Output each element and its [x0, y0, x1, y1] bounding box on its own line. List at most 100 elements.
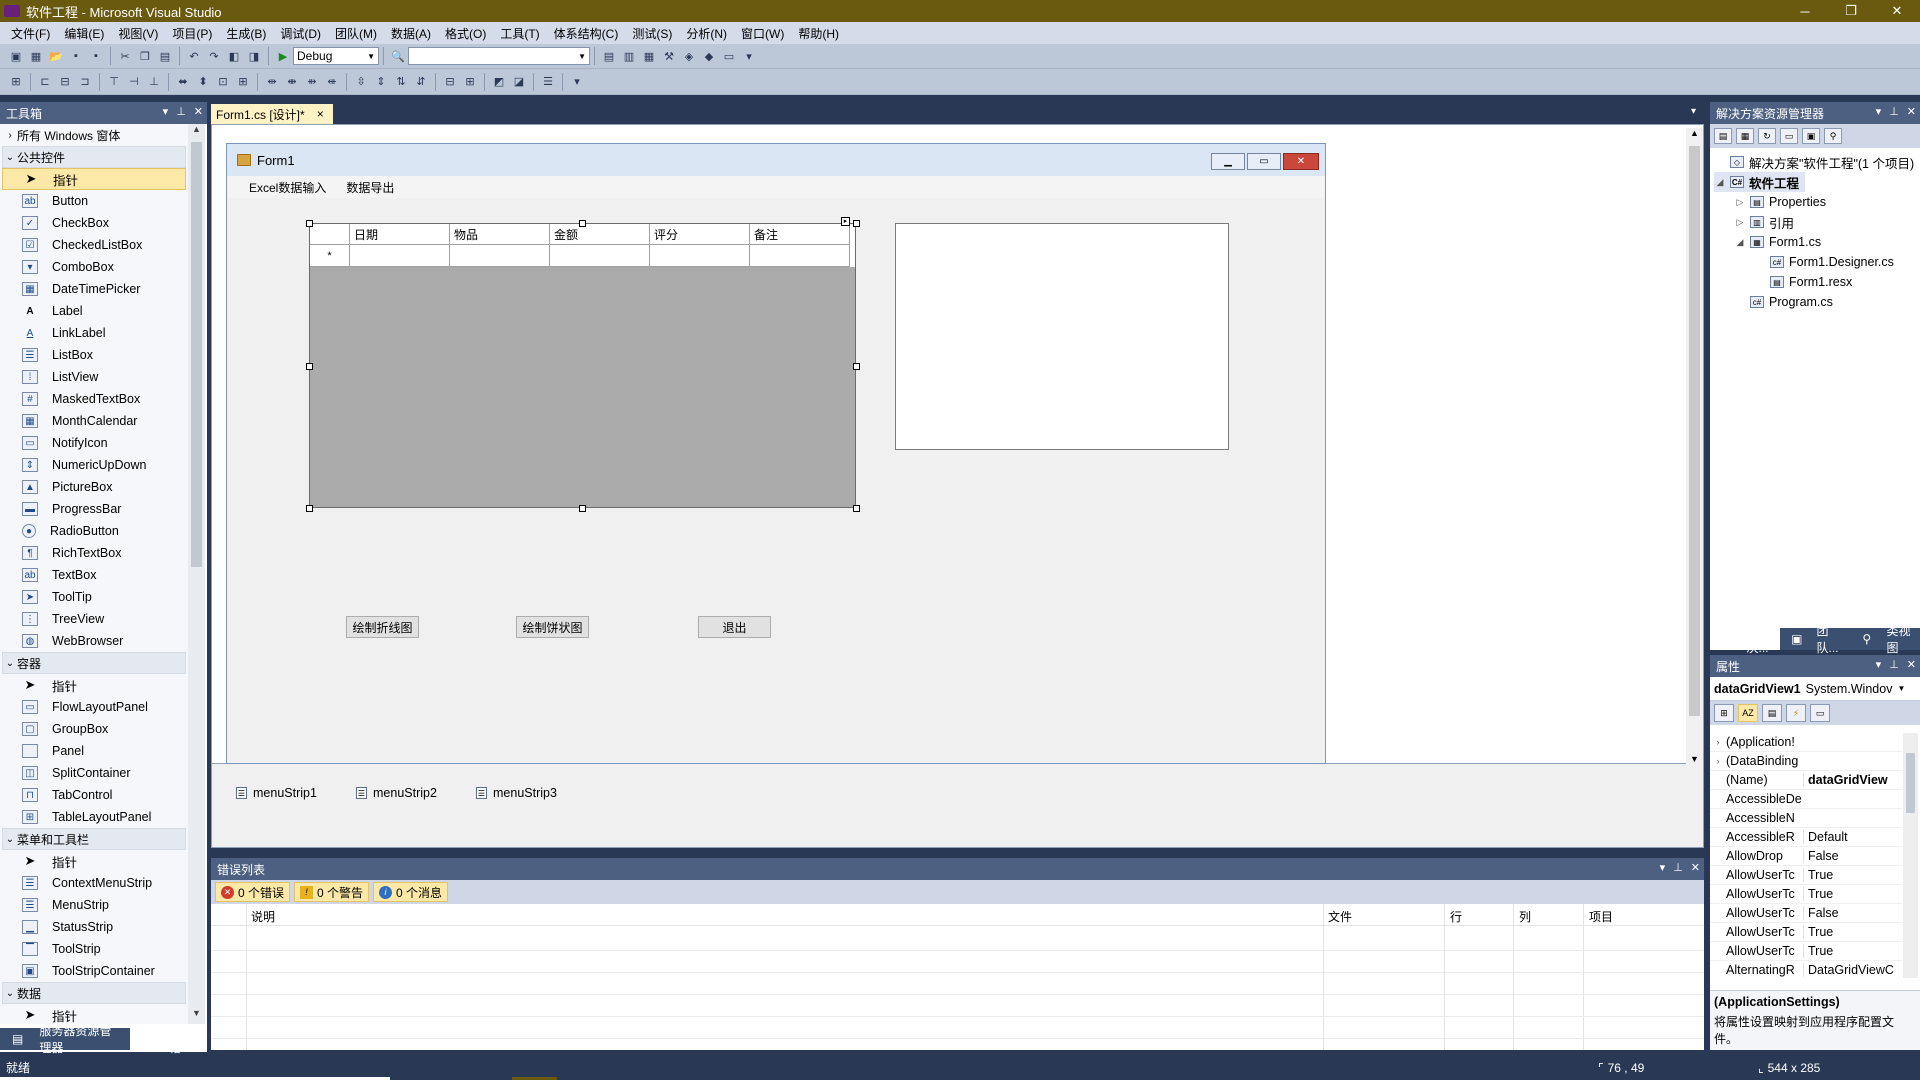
- menu-window[interactable]: 窗口(W): [734, 25, 791, 42]
- chevron-down-icon[interactable]: ◢: [1714, 177, 1726, 188]
- toolbox-item-checkedlistbox[interactable]: ☑ CheckedListBox: [0, 234, 188, 256]
- chart-panel[interactable]: [895, 223, 1229, 450]
- tab-dropdown-icon[interactable]: ▾: [1691, 106, 1696, 117]
- scroll-up-icon[interactable]: ▲: [1686, 128, 1703, 138]
- smart-tag-icon[interactable]: ▸: [841, 217, 850, 226]
- grid-cell[interactable]: [650, 245, 750, 267]
- chevron-right-icon[interactable]: ▷: [1734, 217, 1746, 228]
- resize-handle[interactable]: [853, 505, 860, 512]
- toolbox-item-tablelayoutpanel[interactable]: ⊞ TableLayoutPanel: [0, 806, 188, 828]
- solution-explorer-icon[interactable]: ▤: [601, 48, 617, 64]
- property-value[interactable]: True: [1803, 887, 1902, 901]
- property-row[interactable]: › (DataBinding: [1710, 752, 1902, 771]
- toolbox-item-groupbox[interactable]: ▢ GroupBox: [0, 718, 188, 740]
- navigate-back-icon[interactable]: ◧: [226, 48, 242, 64]
- navigate-forward-icon[interactable]: ◨: [246, 48, 262, 64]
- close-icon[interactable]: ✕: [194, 105, 203, 118]
- tab-class-view[interactable]: ⚲ 类视图: [1850, 624, 1920, 655]
- object-selector[interactable]: dataGridView1 System.Windov ▼: [1710, 677, 1920, 701]
- property-value[interactable]: True: [1803, 868, 1902, 882]
- menu-data[interactable]: 数据(A): [384, 25, 438, 42]
- column-header-note[interactable]: 备注: [750, 224, 850, 245]
- grid-cell[interactable]: [550, 245, 650, 267]
- property-value[interactable]: dataGridView: [1803, 773, 1902, 787]
- restore-button[interactable]: ❐: [1828, 0, 1874, 22]
- menu-team[interactable]: 团队(M): [328, 25, 384, 42]
- tab-team-explorer[interactable]: ▣ 团队...: [1780, 624, 1850, 655]
- property-value[interactable]: False: [1803, 849, 1902, 863]
- window-position-icon[interactable]: ▾: [1660, 861, 1666, 874]
- toolbox-item-flowlayoutpanel[interactable]: ▭ FlowLayoutPanel: [0, 696, 188, 718]
- paste-icon[interactable]: ▤: [157, 48, 173, 64]
- toolbox-item-statusstrip[interactable]: ▁ StatusStrip: [0, 916, 188, 938]
- menu-architecture[interactable]: 体系结构(C): [547, 25, 626, 42]
- properties-scrollbar[interactable]: [1903, 733, 1918, 978]
- menu-file[interactable]: 文件(F): [4, 25, 57, 42]
- column-header-item[interactable]: 物品: [450, 224, 550, 245]
- property-row[interactable]: AccessibleN: [1710, 809, 1902, 828]
- show-all-files-icon[interactable]: ▦: [1736, 128, 1754, 144]
- resize-handle[interactable]: [579, 505, 586, 512]
- tab-order-icon[interactable]: ☰: [540, 74, 556, 90]
- toolbox-item-webbrowser[interactable]: ◍ WebBrowser: [0, 630, 188, 652]
- resize-handle[interactable]: [306, 505, 313, 512]
- minimize-button[interactable]: ─: [1782, 0, 1828, 22]
- toolbox-scrollbar[interactable]: ▲ ▼: [188, 124, 205, 1024]
- property-value[interactable]: False: [1803, 906, 1902, 920]
- property-value[interactable]: Default: [1803, 830, 1902, 844]
- tree-properties[interactable]: ▷ ▤ Properties: [1734, 192, 1826, 212]
- property-row[interactable]: AllowUserTc True: [1710, 942, 1902, 961]
- toolbox-item-monthcalendar[interactable]: ▦ MonthCalendar: [0, 410, 188, 432]
- toolbox-item-toolstrip[interactable]: ▔ ToolStrip: [0, 938, 188, 960]
- save-icon[interactable]: ▪: [68, 48, 84, 64]
- property-row[interactable]: AlternatingR DataGridViewC: [1710, 961, 1902, 978]
- warnings-filter-button[interactable]: ! 0 个警告: [294, 882, 370, 902]
- align-to-grid-icon[interactable]: ⊞: [8, 74, 24, 90]
- find-in-files-icon[interactable]: 🔍: [390, 48, 406, 64]
- property-value[interactable]: True: [1803, 944, 1902, 958]
- find-combo[interactable]: ▼: [408, 47, 590, 65]
- property-row[interactable]: AllowUserTc True: [1710, 866, 1902, 885]
- toolbox-item-toolstripcontainer[interactable]: ▣ ToolStripContainer: [0, 960, 188, 982]
- tree-project[interactable]: ◢ C# 软件工程: [1714, 172, 1806, 192]
- grid-cell[interactable]: [350, 245, 450, 267]
- data-grid-view[interactable]: 日期 物品 金额 评分 备注 *: [309, 223, 856, 508]
- toolbox-item-pointer[interactable]: ➤ 指针: [2, 168, 186, 190]
- menu-edit[interactable]: 编辑(E): [57, 25, 111, 42]
- tray-menustrip2[interactable]: ☰ menuStrip2: [356, 786, 437, 800]
- toolbox-item-checkbox[interactable]: ✓ CheckBox: [0, 212, 188, 234]
- center-vertically-icon[interactable]: ⊞: [462, 74, 478, 90]
- grid-new-row[interactable]: *: [310, 245, 855, 267]
- chevron-right-icon[interactable]: ›: [1710, 737, 1726, 747]
- property-row[interactable]: › (Application!: [1710, 733, 1902, 752]
- horizontal-spacing-equal-icon[interactable]: ⇹: [264, 74, 280, 90]
- save-all-icon[interactable]: ▪: [88, 48, 104, 64]
- category-common-controls[interactable]: ⌄ 公共控件: [2, 146, 186, 168]
- category-containers[interactable]: ⌄ 容器: [2, 652, 186, 674]
- toolbar-overflow-icon[interactable]: ▾: [741, 48, 757, 64]
- scroll-thumb[interactable]: [191, 142, 202, 567]
- close-button[interactable]: ✕: [1874, 0, 1920, 22]
- category-menus-toolbars[interactable]: ⌄ 菜单和工具栏: [2, 828, 186, 850]
- property-row[interactable]: AllowUserTc False: [1710, 904, 1902, 923]
- view-designer-icon[interactable]: ▣: [1802, 128, 1820, 144]
- bring-to-front-icon[interactable]: ◩: [491, 74, 507, 90]
- align-bottoms-icon[interactable]: ⊥: [146, 74, 162, 90]
- grid-cell[interactable]: [450, 245, 550, 267]
- cut-icon[interactable]: ✂: [117, 48, 133, 64]
- horizontal-spacing-remove-icon[interactable]: ⇺: [324, 74, 340, 90]
- toolbox-item-numericupdown[interactable]: ⇕ NumericUpDown: [0, 454, 188, 476]
- object-browser-icon[interactable]: ▦: [641, 48, 657, 64]
- tab-toolbox[interactable]: ⚒ 工具箱: [129, 1024, 207, 1055]
- property-row[interactable]: AccessibleR Default: [1710, 828, 1902, 847]
- alphabetical-icon[interactable]: AZ: [1738, 704, 1758, 722]
- properties-icon[interactable]: ▤: [1714, 128, 1732, 144]
- menu-debug[interactable]: 调试(D): [273, 25, 328, 42]
- toolbox-item-maskedtextbox[interactable]: # MaskedTextBox: [0, 388, 188, 410]
- pin-icon[interactable]: ⊥: [1673, 861, 1683, 874]
- start-page-icon[interactable]: ◈: [681, 48, 697, 64]
- tree-solution[interactable]: ◇ 解决方案"软件工程"(1 个项目): [1714, 152, 1914, 172]
- redo-icon[interactable]: ↷: [206, 48, 222, 64]
- align-middles-icon[interactable]: ⊣: [126, 74, 142, 90]
- messages-filter-button[interactable]: i0 个消息: [373, 882, 449, 902]
